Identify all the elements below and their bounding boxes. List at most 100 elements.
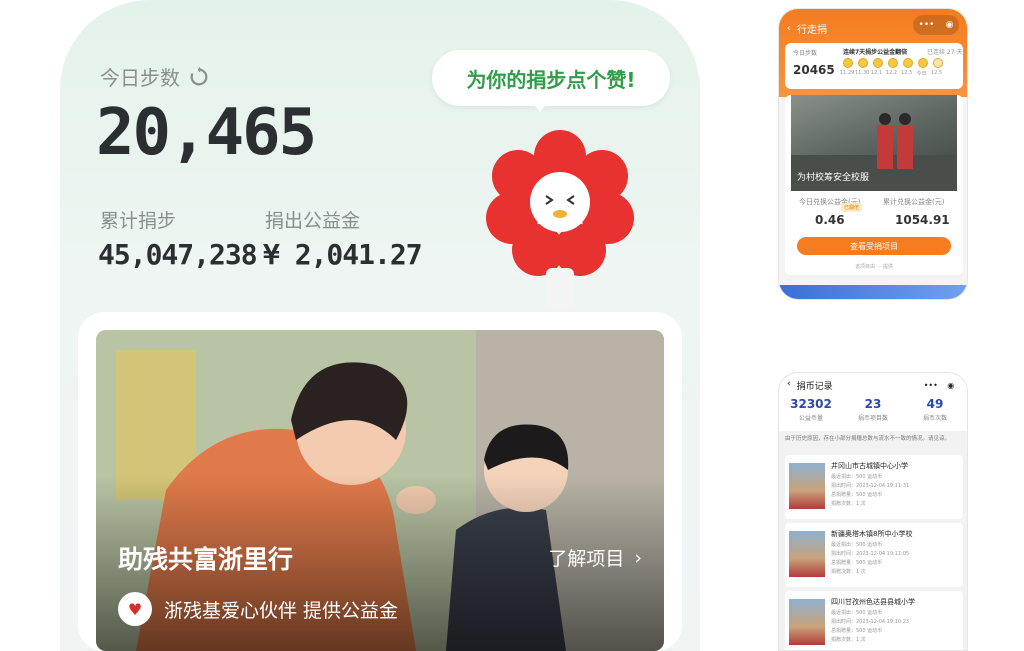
coin-day: 11.30 xyxy=(855,58,869,77)
record-line: 最近捐出：500 运动币 xyxy=(831,610,883,616)
stat-value: 32302 xyxy=(790,397,832,411)
doubled-badge: 已翻倍 xyxy=(841,203,863,212)
chevron-right-icon: › xyxy=(634,546,642,569)
stat-coins: 32302 公益币量 xyxy=(781,397,841,422)
school-thumbnail xyxy=(789,463,825,509)
praise-bubble: 为你的捐步点个赞! xyxy=(432,50,670,106)
school-name: 井冈山市古城镇中心小学 xyxy=(831,462,908,470)
sponsor-logo-icon: ♥ xyxy=(118,592,152,626)
record-line: 捐出时间：2023-12-04 19:11:05 xyxy=(831,551,910,557)
donation-records-phone: ‹ 捐币记录 ••• ◉ 32302 公益币量 23 捐币项目数 49 捐币次数… xyxy=(778,372,968,651)
stat-label: 捐币次数 xyxy=(922,415,947,422)
record-line: 总捐赠量：500 运动币 xyxy=(831,492,883,498)
close-circle-icon[interactable]: ◉ xyxy=(946,20,954,30)
coin-icon xyxy=(933,58,943,68)
total-exchange-label: 累计兑换公益金(元) xyxy=(883,198,945,206)
phone1-title: 行走捐 xyxy=(797,24,827,36)
mini-capsule[interactable]: ••• ◉ xyxy=(913,15,959,35)
list-item[interactable]: 井冈山市古城镇中心小学 最近捐出：500 运动币 捐出时间：2023-12-04… xyxy=(785,455,963,519)
learn-more-label: 了解项目 xyxy=(548,548,625,570)
back-icon[interactable]: ‹ xyxy=(787,23,791,34)
coin-day: 12.3 xyxy=(900,58,913,77)
coin-day: 11.29 xyxy=(840,58,855,77)
coin-date: 12.5 xyxy=(930,70,943,76)
project-card[interactable]: 助残共富浙里行 了解项目 › ♥ 浙残基爱心伙伴 提供公益金 xyxy=(78,312,682,651)
cumulative-value: 45,047,238 xyxy=(98,238,258,271)
record-line: 总捐赠量：500 运动币 xyxy=(831,560,883,566)
coin-day: 12.2 xyxy=(885,58,898,77)
phone1-step-card: 今日步数 20465 连续7天捐步公益金翻倍 已连续 27 天 11.29 11… xyxy=(785,43,963,89)
project-title: 助残共富浙里行 xyxy=(118,545,294,574)
coin-icon xyxy=(903,58,913,68)
steps-label-row: 今日步数 xyxy=(100,62,210,91)
stat-label: 公益币量 xyxy=(798,415,823,422)
sponsor-text: 浙残基爱心伙伴 提供公益金 xyxy=(164,599,399,622)
phone2-title: 捐币记录 xyxy=(796,382,833,392)
sponsor-row: ♥ 浙残基爱心伙伴 提供公益金 xyxy=(118,592,398,626)
stat-label: 捐币项目数 xyxy=(857,415,888,422)
coin-icon xyxy=(843,58,853,68)
more-icon[interactable]: ••• xyxy=(924,381,938,390)
phone2-nav: ‹ 捐币记录 xyxy=(787,379,833,392)
donated-value: ¥ 2,041.27 xyxy=(263,238,423,271)
phone2-header: ‹ 捐币记录 ••• ◉ 32302 公益币量 23 捐币项目数 49 捐币次数 xyxy=(779,373,967,431)
phone1-steps-label: 今日步数 xyxy=(793,50,818,57)
record-line: 捐赠次数：1 次 xyxy=(831,569,866,575)
walk-donate-phone: ‹ 行走捐 ••• ◉ 今日步数 20465 连续7天捐步公益金翻倍 已连续 2… xyxy=(778,8,968,300)
stat-projects: 23 捐币项目数 xyxy=(843,397,903,422)
coin-day: 12.1 xyxy=(870,58,883,77)
coin-icon xyxy=(873,58,883,68)
learn-more-link[interactable]: 了解项目 › xyxy=(548,544,642,571)
project-photo: 助残共富浙里行 了解项目 › ♥ 浙残基爱心伙伴 提供公益金 xyxy=(96,330,664,651)
bubble-tail xyxy=(530,100,550,112)
coin-icon xyxy=(918,58,928,68)
phone1-body: 为村校筹安全校服 今日兑换公益金(元) 累计兑换公益金(元) 已翻倍 0.46 … xyxy=(785,95,963,275)
main-steps-card: 今日步数 20,465 累计捐步 45,047,238 捐出公益金 ¥ 2,04… xyxy=(60,0,700,651)
list-item[interactable]: 新疆奥塔木镇8所中小学校 最近捐出：500 运动币 捐出时间：2023-12-0… xyxy=(785,523,963,587)
steps-label: 今日步数 xyxy=(100,66,180,90)
coin-day: 今日 xyxy=(916,58,928,77)
donated-label: 捐出公益金 xyxy=(265,210,361,232)
more-icon[interactable]: ••• xyxy=(919,20,935,30)
back-icon[interactable]: ‹ xyxy=(787,379,791,392)
today-exchange-value: 0.46 xyxy=(815,213,845,227)
school-name: 四川甘孜州色达县县城小学 xyxy=(831,598,915,606)
close-circle-icon[interactable]: ◉ xyxy=(947,381,954,390)
record-line: 最近捐出：500 运动币 xyxy=(831,542,883,548)
coin-date: 12.1 xyxy=(870,70,883,76)
mini-capsule[interactable]: ••• ◉ xyxy=(919,377,959,393)
coin-date: 今日 xyxy=(916,71,927,77)
streak-days: 已连续 27 天 xyxy=(927,49,963,56)
history-note: 由于历史原因，存在小部分捐赠总数与流水不一致的情况。请见谅。 xyxy=(785,436,951,442)
school-thumbnail xyxy=(789,531,825,577)
steps-value: 20,465 xyxy=(96,96,317,170)
phone1-bottom-banner[interactable] xyxy=(779,285,967,299)
streak-coins: 11.29 11.30 12.1 12.2 12.3 今日 12.5 xyxy=(840,58,943,77)
coin-icon xyxy=(888,58,898,68)
streak-text: 连续7天捐步公益金翻倍 xyxy=(843,49,908,56)
phone1-footer: 该项目由 ··· 提供 xyxy=(855,264,893,270)
refresh-icon[interactable] xyxy=(188,66,210,88)
view-projects-button[interactable]: 查看受捐项目 xyxy=(797,237,951,255)
phone1-steps-value: 20465 xyxy=(793,63,835,77)
list-item[interactable]: 四川甘孜州色达县县城小学 最近捐出：500 运动币 捐出时间：2023-12-0… xyxy=(785,591,963,650)
coin-date: 12.3 xyxy=(900,70,913,76)
school-name: 新疆奥塔木镇8所中小学校 xyxy=(831,530,913,538)
record-line: 捐赠次数：1 次 xyxy=(831,501,866,507)
uniform-project-title: 为村校筹安全校服 xyxy=(797,173,870,183)
coin-date: 11.29 xyxy=(840,70,855,76)
flower-mascot-icon[interactable] xyxy=(480,118,640,308)
record-line: 总捐赠量：500 运动币 xyxy=(831,628,883,634)
phone1-header: ‹ 行走捐 ••• ◉ 今日步数 20465 连续7天捐步公益金翻倍 已连续 2… xyxy=(779,9,967,97)
record-line: 捐出时间：2023-12-04 19:11:31 xyxy=(831,483,910,489)
coin-date: 12.2 xyxy=(885,70,898,76)
coin-day: 12.5 xyxy=(930,58,943,77)
uniform-project-image[interactable]: 为村校筹安全校服 xyxy=(791,95,957,191)
stat-times: 49 捐币次数 xyxy=(905,397,965,422)
record-line: 最近捐出：500 运动币 xyxy=(831,474,883,480)
total-exchange-value: 1054.91 xyxy=(895,213,950,227)
cumulative-label: 累计捐步 xyxy=(100,210,177,232)
coin-icon xyxy=(858,58,868,68)
record-line: 捐出时间：2023-12-04 19:10:23 xyxy=(831,619,910,625)
stat-value: 49 xyxy=(926,397,944,411)
